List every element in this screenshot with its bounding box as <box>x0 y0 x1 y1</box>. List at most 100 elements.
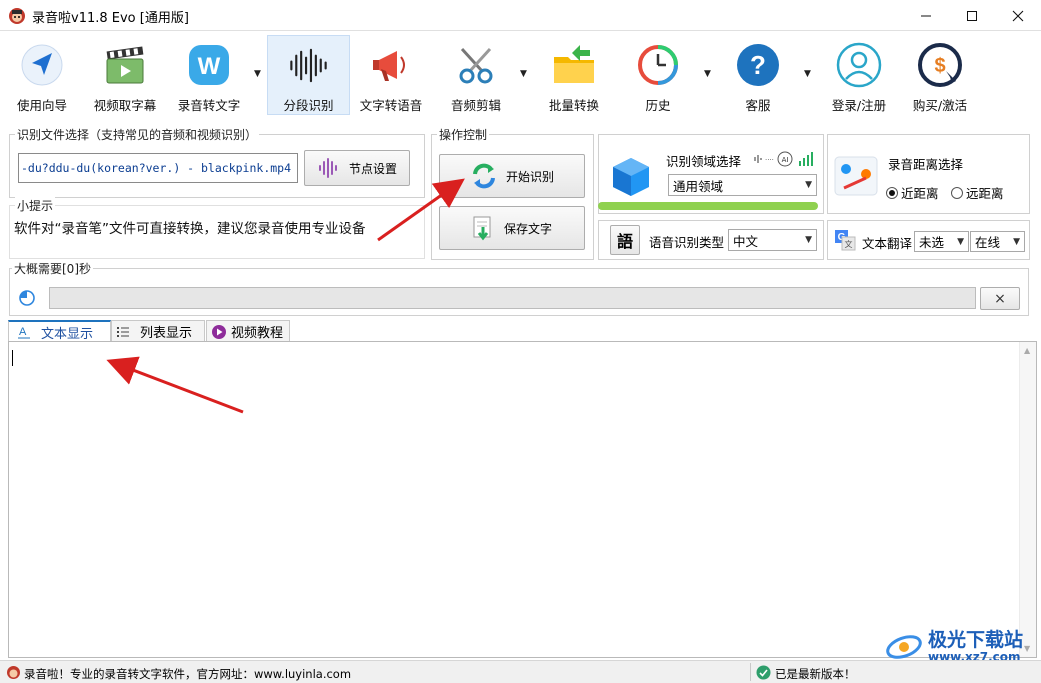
chevron-down-icon: ▼ <box>1013 236 1020 247</box>
status-bar: 录音啦！专业的录音转文字软件，官方网址：www.luyinla.com 已是最新… <box>0 660 1041 683</box>
close-icon <box>1012 10 1024 21</box>
operation-title: 操作控制 <box>437 126 490 143</box>
w-logo-icon: W <box>189 45 229 85</box>
chevron-down-icon: ▼ <box>957 236 964 247</box>
toolbar-guide-button[interactable]: 使用向导 <box>6 35 78 115</box>
cloud-check-icon <box>756 665 771 680</box>
folder-icon <box>554 45 594 83</box>
translate-icon: G 文 <box>835 230 856 251</box>
save-doc-icon <box>473 216 491 241</box>
toolbar-audio-edit-button[interactable]: 音频剪辑 <box>440 35 512 115</box>
language-label: 语音识别类型 <box>649 235 725 250</box>
chevron-down-icon[interactable]: ▼ <box>520 69 527 79</box>
scroll-down-icon[interactable]: ▼ <box>1024 644 1030 653</box>
radio-far[interactable]: 远距离 <box>951 183 1004 202</box>
svg-text:····: ···· <box>765 156 774 164</box>
text-icon: A <box>18 326 30 339</box>
aurora-logo-icon <box>886 635 922 659</box>
distance-title: 录音距离选择 <box>888 157 964 172</box>
toolbar-label: 登录/注册 <box>831 98 887 113</box>
text-display-area[interactable]: ▲ ▼ <box>8 341 1037 658</box>
minimize-icon <box>921 15 931 16</box>
translate-mode-value: 在线 <box>975 235 1001 250</box>
toolbar-text-to-speech-button[interactable]: 文字转语音 <box>354 35 428 115</box>
tab-text-display[interactable]: A 文本显示 <box>8 320 111 342</box>
waveform-icon <box>289 48 327 83</box>
toolbar-segment-recognize-button[interactable]: 分段识别 <box>267 35 350 115</box>
radio-near[interactable]: 近距离 <box>886 183 939 202</box>
pie-progress-icon <box>19 290 35 306</box>
play-icon <box>212 324 226 339</box>
distance-map-icon <box>834 156 878 196</box>
chevron-down-icon: ▼ <box>805 235 812 245</box>
navigation-arrow-icon <box>21 44 63 86</box>
tab-list-display[interactable]: 列表显示 <box>111 320 205 342</box>
purchase-icon: $ <box>918 43 962 87</box>
start-recognize-button[interactable]: 开始识别 <box>439 154 585 198</box>
toolbar-video-subtitle-button[interactable]: 视频取字幕 <box>86 35 164 115</box>
translate-target-select[interactable]: 未选 ▼ <box>914 231 969 252</box>
language-icon-button[interactable]: 語 <box>610 225 640 255</box>
toolbar-purchase-button[interactable]: $ 购买/激活 <box>902 35 978 115</box>
toolbar-label: 购买/激活 <box>912 98 968 113</box>
toolbar: 使用向导 视频取字幕 W 录音转文字 ▼ 分段识别 文字转语音 音频剪辑 ▼ 批… <box>0 31 1041 121</box>
watermark-text: 极光下载站 <box>928 628 1024 651</box>
toolbar-label: 视频取字幕 <box>93 98 157 113</box>
chevron-down-icon: ▼ <box>805 180 812 190</box>
radio-unchecked-icon <box>951 186 963 199</box>
node-settings-label: 节点设置 <box>348 161 397 176</box>
maximize-button[interactable] <box>949 0 995 31</box>
chevron-down-icon[interactable]: ▼ <box>804 69 811 79</box>
toolbar-label: 批量转换 <box>548 98 599 113</box>
text-cursor <box>12 350 13 366</box>
svg-text:文: 文 <box>845 239 853 249</box>
close-icon: × <box>994 290 1006 307</box>
tab-video-tutorial[interactable]: 视频教程 <box>206 320 290 342</box>
scroll-up-icon[interactable]: ▲ <box>1024 346 1030 355</box>
tab-label: 文本显示 <box>41 326 94 342</box>
toolbar-label: 使用向导 <box>16 98 67 113</box>
domain-select[interactable]: 通用领域 ▼ <box>668 174 817 196</box>
domain-title: 识别领域选择 <box>666 154 742 169</box>
status-left-text: 录音啦！专业的录音转文字软件，官方网址：www.luyinla.com <box>24 667 352 681</box>
toolbar-label: 历史 <box>645 98 671 113</box>
maximize-icon <box>967 10 977 21</box>
scissors-icon <box>459 47 493 84</box>
radio-far-label: 远距离 <box>966 186 1004 201</box>
chevron-down-icon[interactable]: ▼ <box>704 69 711 79</box>
list-icon <box>117 326 129 337</box>
node-settings-button[interactable]: 节点设置 <box>304 150 410 186</box>
toolbar-service-button[interactable]: ? 客服 <box>722 35 794 115</box>
language-icon-text: 語 <box>616 232 633 251</box>
refresh-icon <box>473 163 495 189</box>
radio-near-label: 近距离 <box>901 186 939 201</box>
help-icon: ? <box>737 44 779 86</box>
toolbar-label: 录音转文字 <box>177 98 241 113</box>
toolbar-audio-to-text-button[interactable]: W 录音转文字 <box>172 35 246 115</box>
translate-label: 文本翻译 <box>862 236 913 251</box>
save-text-button[interactable]: 保存文字 <box>439 206 585 250</box>
toolbar-batch-convert-button[interactable]: 批量转换 <box>538 35 610 115</box>
status-right-text: 已是最新版本！ <box>775 667 856 681</box>
toolbar-history-button[interactable]: 历史 <box>624 35 692 115</box>
toolbar-label: 客服 <box>745 98 771 113</box>
svg-text:?: ? <box>750 50 766 80</box>
file-path-field[interactable]: -du?ddu-du(korean?ver.) - blackpink.mp4 <box>18 153 298 183</box>
translate-mode-select[interactable]: 在线 ▼ <box>970 231 1025 252</box>
language-select[interactable]: 中文 ▼ <box>728 229 817 251</box>
progress-title: 大概需要[0]秒 <box>12 260 93 277</box>
tab-label: 列表显示 <box>140 326 193 341</box>
cancel-button[interactable]: × <box>980 287 1020 310</box>
close-button[interactable] <box>995 0 1041 31</box>
status-divider <box>750 663 751 681</box>
tab-label: 视频教程 <box>231 326 284 341</box>
watermark-logo: 极光下载站 www.xz7.com <box>884 630 1023 664</box>
minimize-button[interactable] <box>903 0 949 31</box>
history-clock-icon <box>638 45 678 85</box>
progress-bar <box>49 287 976 309</box>
chevron-down-icon[interactable]: ▼ <box>254 69 261 79</box>
vertical-scrollbar[interactable]: ▲ ▼ <box>1019 342 1036 657</box>
hint-title: 小提示 <box>15 197 56 214</box>
toolbar-login-button[interactable]: 登录/注册 <box>820 35 898 115</box>
toolbar-label: 音频剪辑 <box>450 98 501 113</box>
